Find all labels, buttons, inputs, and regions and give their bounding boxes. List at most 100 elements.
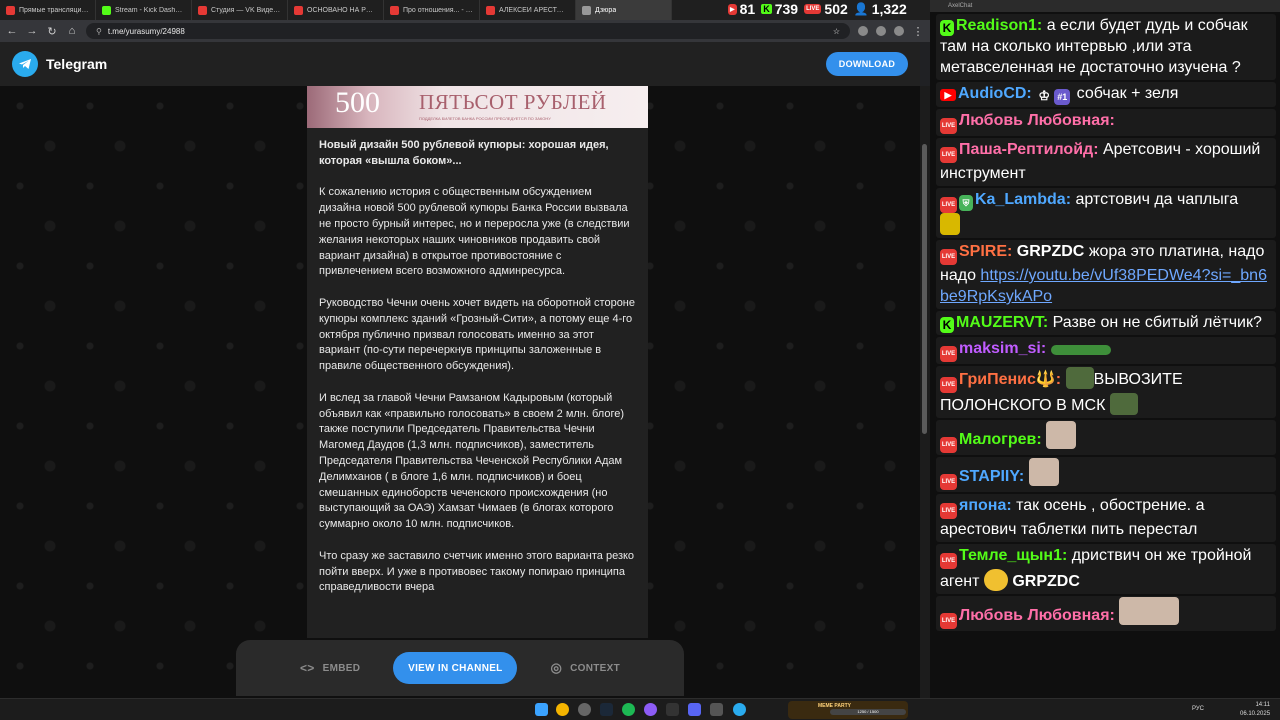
chat-message: K MAUZERVT: Разве он не сбитый лётчик? bbox=[936, 311, 1276, 335]
back-icon[interactable]: ← bbox=[6, 25, 18, 37]
chat-message: LIVE Темле_щын1: дриствич он же тройной а… bbox=[936, 544, 1276, 594]
kick-icon bbox=[102, 5, 111, 15]
context-button[interactable]: ◎ CONTEXT bbox=[550, 660, 620, 676]
reload-icon[interactable]: ↻ bbox=[46, 25, 58, 38]
live-icon: LIVE bbox=[940, 613, 957, 629]
emote-image bbox=[940, 213, 960, 235]
view-in-channel-button[interactable]: VIEW IN CHANNEL bbox=[393, 652, 518, 684]
chat-username: AudioCD: bbox=[958, 85, 1032, 102]
spotify-icon[interactable] bbox=[622, 703, 635, 716]
chat-username: MAUZERVT: bbox=[956, 314, 1049, 331]
browser-tab[interactable]: Прямые трансляции - bbox=[0, 0, 96, 20]
users-icon: 👤 bbox=[853, 2, 869, 16]
kick-icon: K bbox=[940, 20, 954, 36]
total-viewers: 👤 1,322 bbox=[853, 1, 907, 17]
live-icon: LIVE bbox=[940, 118, 957, 134]
vk-icon bbox=[198, 5, 207, 15]
page-icon bbox=[582, 5, 591, 15]
input-language[interactable]: РУС bbox=[1192, 706, 1204, 712]
taskbar-app-icon[interactable] bbox=[666, 703, 679, 716]
bookmark-icon[interactable]: ☆ bbox=[833, 27, 840, 36]
chat-message: LIVE ГриПенис🔱: ВЫВОЗИТЕ ПОЛОНСКОГО В МСК bbox=[936, 366, 1276, 418]
chat-message: LIVE SPIRE: GRPZDC жора это платина, надо… bbox=[936, 240, 1276, 309]
browser-tab[interactable]: ОСНОВАНО НА РЕАЛЬ... bbox=[288, 0, 384, 20]
live-icon: LIVE bbox=[940, 346, 957, 362]
post-title: Новый дизайн 500 рублевой купюры: хороша… bbox=[319, 139, 609, 167]
live-icon: LIVE bbox=[940, 249, 957, 265]
chat-message: LIVE Любовь Любовная: bbox=[936, 109, 1276, 136]
emote-image bbox=[1119, 597, 1180, 625]
chat-message: LIVE Любовь Любовная: bbox=[936, 596, 1276, 631]
chat-message: LIVE ⛨ Ka_Lambda: артстович да чаплыга bbox=[936, 188, 1276, 238]
profile-icon[interactable] bbox=[894, 26, 904, 36]
chat-link[interactable]: https://youtu.be/vUf38PEDWe4?si=_bn6be9R… bbox=[940, 267, 1267, 305]
chat-username: maksim_si: bbox=[959, 340, 1047, 357]
chat-message: K Readison1: а если будет дудь и собчак т… bbox=[936, 14, 1276, 80]
embed-button[interactable]: <> EMBED bbox=[300, 661, 360, 675]
taskbar-app-icon[interactable] bbox=[644, 703, 657, 716]
channel-background: 500 ПЯТЬСОТ РУБЛЕЙ ПОДДЕЛКА БИЛЕТОВ БАНК… bbox=[0, 86, 920, 698]
browser-tab-active[interactable]: Дзюра bbox=[576, 0, 672, 20]
youtube-icon bbox=[486, 5, 495, 15]
browser-tab[interactable]: Stream - Kick Dashboar bbox=[96, 0, 192, 20]
chat-username: Темле_щын1: bbox=[959, 547, 1068, 564]
post-paragraph: Руководство Чечни очень хочет видеть на … bbox=[319, 296, 635, 373]
chat-message: LIVE Паша-Рептилойд: Аретсович - хороший … bbox=[936, 138, 1276, 186]
code-icon: <> bbox=[300, 661, 315, 675]
browser-tab[interactable]: Про отношения... - You bbox=[384, 0, 480, 20]
live-icon: LIVE bbox=[940, 377, 957, 393]
emote-image bbox=[1109, 393, 1138, 415]
post-paragraph: И вслед за главой Чечни Рамзаном Кадыров… bbox=[319, 391, 625, 531]
live-icon: LIVE bbox=[940, 147, 957, 163]
home-icon[interactable]: ⌂ bbox=[66, 25, 78, 37]
chat-window-title: AxelChat bbox=[930, 0, 1280, 12]
url-field[interactable]: ⚲ t.me/yurasumy/24988 ☆ bbox=[86, 23, 850, 39]
extension-icon[interactable] bbox=[858, 26, 868, 36]
youtube-icon bbox=[294, 5, 303, 15]
site-info-icon[interactable]: ⚲ bbox=[96, 27, 102, 36]
emote-image bbox=[1050, 345, 1111, 355]
address-bar: ← → ↻ ⌂ ⚲ t.me/yurasumy/24988 ☆ ⋮ bbox=[0, 20, 930, 42]
chat-emote-text: GRPZDC bbox=[1012, 573, 1080, 590]
live-icon: LIVE bbox=[940, 197, 957, 213]
chat-username: Readison1: bbox=[956, 17, 1043, 34]
youtube-icon bbox=[390, 5, 399, 15]
live-icon: LIVE bbox=[940, 474, 957, 490]
download-button[interactable]: DOWNLOAD bbox=[826, 52, 908, 76]
taskbar-app-icon[interactable] bbox=[688, 703, 701, 716]
taskbar-app-icon[interactable] bbox=[710, 703, 723, 716]
chat-message: LIVE Малогрев: bbox=[936, 420, 1276, 455]
subscriber-badge: #1 bbox=[1054, 89, 1071, 105]
telegram-icon[interactable] bbox=[733, 703, 746, 716]
browser-tab[interactable]: АЛЕКСЕЙ АРЕСТОВИЧ bbox=[480, 0, 576, 20]
emote-image bbox=[1065, 367, 1094, 389]
menu-icon[interactable]: ⋮ bbox=[912, 25, 924, 38]
vk-viewers: LIVE 502 bbox=[804, 1, 848, 17]
chat-text: собчак + зеля bbox=[1076, 85, 1179, 102]
emote-image bbox=[983, 569, 1008, 591]
forward-icon[interactable]: → bbox=[26, 25, 38, 37]
banknote-image: 500 ПЯТЬСОТ РУБЛЕЙ ПОДДЕЛКА БИЛЕТОВ БАНК… bbox=[307, 86, 648, 128]
chat-username: Малогрев: bbox=[959, 431, 1042, 448]
live-icon: LIVE bbox=[940, 503, 957, 519]
chat-message: LIVE япона: так осень , обострение. а аре… bbox=[936, 494, 1276, 542]
scrollbar-thumb[interactable] bbox=[922, 144, 927, 434]
windows-start-icon[interactable] bbox=[535, 703, 548, 716]
live-icon: LIVE bbox=[804, 4, 822, 14]
chat-message: LIVE maksim_si: bbox=[936, 337, 1276, 364]
chrome-icon[interactable] bbox=[556, 703, 569, 716]
youtube-icon bbox=[6, 5, 15, 15]
extension-icon[interactable] bbox=[876, 26, 886, 36]
taskbar-app-icon[interactable] bbox=[578, 703, 591, 716]
system-clock[interactable]: 14:11 06.10.2025 bbox=[1240, 701, 1270, 719]
telegram-logo-icon bbox=[12, 51, 38, 77]
browser-tab[interactable]: Студия — VK Видео Live bbox=[192, 0, 288, 20]
chat-emote-text: GRPZDC bbox=[1016, 243, 1085, 260]
chat-message: ▶ AudioCD: ♔ #1 собчак + зеля bbox=[936, 82, 1276, 107]
post-text: Новый дизайн 500 рублевой купюры: хороша… bbox=[307, 128, 648, 596]
steam-icon[interactable] bbox=[600, 703, 613, 716]
youtube-icon: ▶ bbox=[940, 89, 956, 101]
chat-username: Любовь Любовная: bbox=[959, 607, 1115, 624]
chat-username: япона: bbox=[959, 497, 1012, 514]
page-scrollbar[interactable] bbox=[920, 86, 930, 698]
